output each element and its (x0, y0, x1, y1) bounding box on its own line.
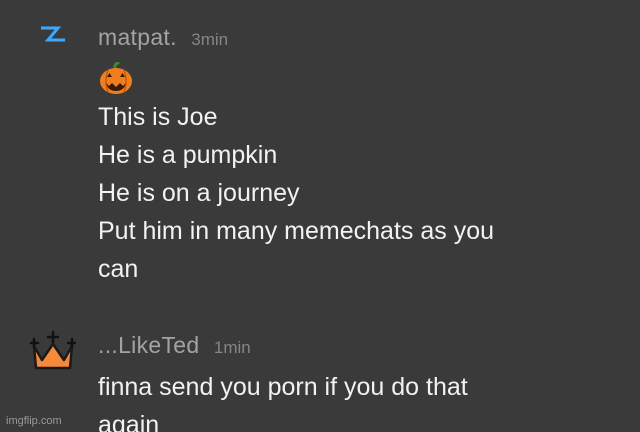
message-line: can (98, 255, 139, 283)
message-line: This is Joe (98, 103, 218, 131)
lightning-icon[interactable] (36, 22, 70, 46)
timestamp: 3min (191, 30, 229, 49)
message-line: He is on a journey (98, 179, 300, 207)
message-line: again (98, 411, 160, 432)
message-line: Put him in many memechats as you (98, 217, 494, 245)
watermark: imgflip.com (6, 415, 62, 427)
username[interactable]: matpat. (98, 24, 177, 50)
message-body: This is Joe He is a pumpkin He is on a j… (98, 60, 494, 288)
message-header: matpat. 3min (98, 24, 228, 51)
username[interactable]: ...LikeTed (98, 332, 199, 358)
crown-icon[interactable] (28, 330, 78, 376)
message-line: He is a pumpkin (98, 141, 278, 169)
jack-o-lantern-emoji (98, 60, 494, 98)
timestamp: 1min (213, 338, 251, 357)
message-line: finna send you porn if you do that (98, 373, 468, 401)
message-body: finna send you porn if you do that again (98, 368, 468, 432)
message-header: ...LikeTed 1min (98, 332, 251, 359)
